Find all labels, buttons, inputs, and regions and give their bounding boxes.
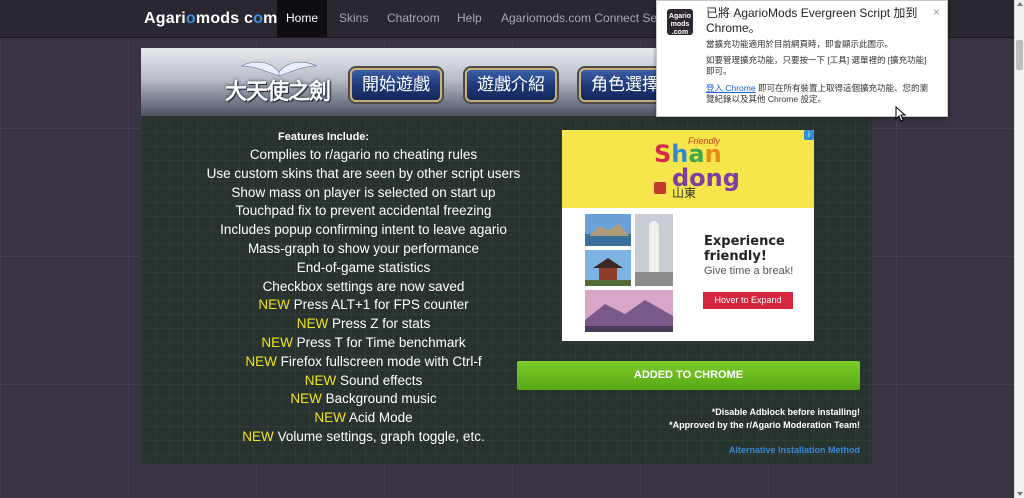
game-logo: 大天使之劍 bbox=[221, 56, 331, 112]
scroll-thumb[interactable] bbox=[1016, 40, 1023, 70]
site-logo[interactable]: Agariomods com bbox=[144, 10, 278, 28]
feature-text: Includes popup confirming intent to leav… bbox=[220, 222, 507, 238]
feature-text: Use custom skins that are seen by other … bbox=[206, 165, 521, 181]
feature-text: Show mass on player is selected on start… bbox=[231, 184, 496, 200]
notification-line-2: 如要管理擴充功能，只要按一下 [工具] 選單裡的 [擴充功能] 即可。 bbox=[706, 55, 927, 76]
feature-item: Checkbox settings are now saved bbox=[141, 279, 586, 294]
feature-text: Mass-graph to show your performance bbox=[247, 241, 480, 256]
ad-letter: S bbox=[654, 140, 672, 168]
logo-text-3: m bbox=[263, 10, 278, 27]
extension-icon: Agario mods .com bbox=[667, 9, 693, 36]
notification-line-3: 登入 Chrome 即可在所有裝置上取得這個擴充功能、您的瀏覽紀錄以及其他 Ch… bbox=[706, 83, 931, 105]
feature-text: Press T for Time benchmark bbox=[296, 335, 466, 350]
feature-text: Volume settings, graph toggle, etc. bbox=[277, 429, 485, 444]
ad-chinese-text: 山東 bbox=[672, 186, 697, 200]
feature-text: Complies to r/agario no cheating rules bbox=[249, 147, 478, 162]
mouse-cursor-icon bbox=[895, 106, 907, 122]
new-tag: NEW bbox=[261, 335, 293, 350]
ad-headline-1: Experience bbox=[704, 234, 785, 249]
feature-item: NEW Volume settings, graph toggle, etc. bbox=[141, 429, 586, 444]
new-tag: NEW bbox=[258, 297, 290, 313]
ad-subtitle: Give time a break! bbox=[704, 265, 794, 277]
new-tag: NEW bbox=[290, 391, 322, 407]
new-tag: NEW bbox=[296, 316, 329, 332]
feature-item: Includes popup confirming intent to leav… bbox=[141, 222, 586, 237]
nav-home[interactable]: Home bbox=[277, 0, 327, 37]
logo-text-1: Agari bbox=[144, 10, 186, 27]
feature-item: NEW Acid Mode bbox=[141, 410, 586, 425]
alternative-install-link[interactable]: Alternative Installation Method bbox=[729, 445, 860, 455]
feature-item: Complies to r/agario no cheating rules bbox=[141, 147, 586, 162]
extension-added-notification: Agario mods .com 已將 AgarioMods Evergreen… bbox=[656, 0, 948, 117]
ad-header: Friendly Shan dong 山東 bbox=[562, 130, 814, 208]
nav-skins[interactable]: Skins bbox=[339, 0, 368, 37]
feature-text: End-of-game statistics bbox=[296, 259, 431, 275]
tourism-ad[interactable]: Friendly Shan dong 山東 i Experience friend… bbox=[562, 130, 814, 341]
feature-text: Touchpad fix to prevent accidental freez… bbox=[235, 203, 492, 219]
nav-connect-servers[interactable]: Agariomods.com Connect Servic bbox=[501, 0, 676, 37]
page-scrollbar[interactable] bbox=[1014, 0, 1024, 498]
feature-item: Use custom skins that are seen by other … bbox=[141, 166, 586, 181]
feature-text: Checkbox settings are now saved bbox=[262, 278, 465, 294]
close-icon[interactable]: × bbox=[933, 5, 940, 19]
new-tag: NEW bbox=[242, 429, 274, 444]
notification-title: 已將 AgarioMods Evergreen Script 加到 Chrome… bbox=[706, 6, 918, 35]
game-banner-ad[interactable]: 大天使之劍 開始遊戲 遊戲介紹 角色選擇 bbox=[141, 48, 661, 116]
feature-text: Press ALT+1 for FPS counter bbox=[293, 297, 469, 313]
start-game-button[interactable]: 開始遊戲 bbox=[350, 68, 442, 102]
ad-headline-2: friendly! bbox=[704, 249, 767, 264]
feature-text: Firefox fullscreen mode with Ctrl-f bbox=[280, 353, 482, 369]
logo-accent-2: o bbox=[253, 10, 264, 27]
added-to-chrome-button[interactable]: ADDED TO CHROME bbox=[517, 361, 860, 390]
statue-photo bbox=[635, 214, 673, 286]
feature-text: Background music bbox=[325, 391, 437, 407]
sign-in-chrome-link[interactable]: 登入 Chrome bbox=[706, 83, 756, 93]
ad-headline: Experience friendly! bbox=[704, 234, 785, 264]
feature-text: Acid Mode bbox=[348, 410, 413, 426]
feature-item: Mass-graph to show your performance bbox=[141, 241, 586, 256]
feature-item: Show mass on player is selected on start… bbox=[141, 185, 586, 200]
new-tag: NEW bbox=[304, 372, 337, 388]
feature-item: NEW Press ALT+1 for FPS counter bbox=[141, 297, 586, 312]
ad-info-icon[interactable]: i bbox=[804, 130, 814, 140]
feature-text: Sound effects bbox=[339, 372, 423, 388]
hover-to-expand-button[interactable]: Hover to Expand bbox=[703, 292, 793, 309]
new-tag: NEW bbox=[314, 410, 346, 426]
feature-item: NEW Background music bbox=[141, 391, 586, 406]
mountain-photo bbox=[585, 290, 673, 332]
feature-item: NEW Press Z for stats bbox=[141, 316, 586, 331]
coast-photo bbox=[585, 214, 631, 246]
logo-text-2: mods c bbox=[195, 10, 254, 27]
nav-chatroom[interactable]: Chatroom bbox=[387, 0, 440, 37]
scroll-down-arrow-icon[interactable] bbox=[1017, 492, 1023, 496]
new-tag: NEW bbox=[245, 353, 277, 369]
features-title: Features Include: bbox=[278, 131, 370, 143]
nav-help[interactable]: Help bbox=[457, 0, 482, 37]
feature-text: Press Z for stats bbox=[331, 316, 431, 332]
feature-item: NEW Press T for Time benchmark bbox=[141, 335, 586, 350]
scroll-up-arrow-icon[interactable] bbox=[1017, 2, 1023, 6]
feature-item: End-of-game statistics bbox=[141, 260, 586, 275]
feature-item: Touchpad fix to prevent accidental freez… bbox=[141, 203, 586, 218]
game-intro-button[interactable]: 遊戲介紹 bbox=[465, 68, 557, 102]
pagoda-photo bbox=[585, 250, 631, 286]
character-select-button[interactable]: 角色選擇 bbox=[579, 68, 661, 102]
notification-line-1: 當擴充功能適用於目前網頁時，即會顯示此圖示。 bbox=[706, 39, 894, 49]
game-title: 大天使之劍 bbox=[225, 80, 331, 105]
seal-icon bbox=[654, 182, 666, 194]
approved-note: *Approved by the r/Agario Moderation Tea… bbox=[669, 420, 860, 430]
adblock-note: *Disable Adblock before installing! bbox=[711, 407, 860, 417]
logo-accent-1: o bbox=[185, 10, 196, 27]
